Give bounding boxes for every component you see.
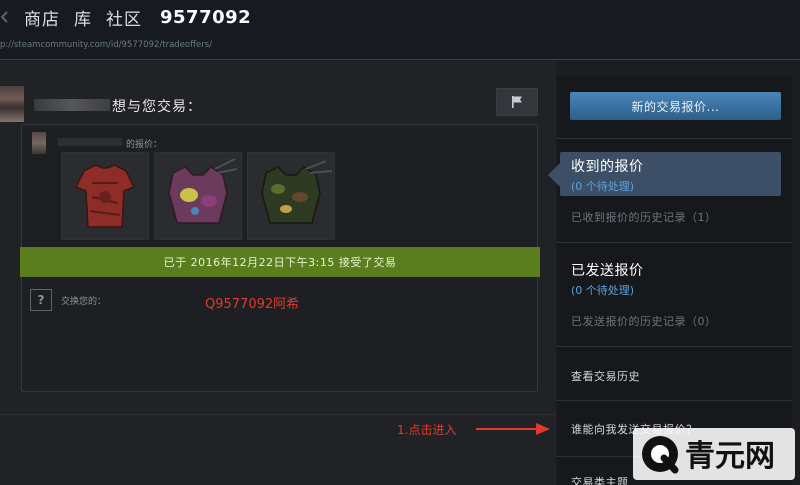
divider [557, 346, 792, 347]
nav-community[interactable]: 社区 [106, 5, 142, 30]
camo-backpack-icon [261, 160, 333, 224]
selected-pointer-icon [548, 163, 560, 187]
offer-partner-name-blurred [58, 138, 122, 146]
left-arrow-icon[interactable] [0, 8, 10, 26]
red-arrow-icon [476, 423, 550, 435]
new-trade-offer-button[interactable]: 新的交易报价... [570, 92, 781, 120]
sent-pending-count[interactable]: (0 个待处理) [571, 282, 634, 298]
flag-icon [512, 96, 522, 108]
trade-item-slot[interactable] [61, 152, 149, 240]
offer-partner-avatar[interactable] [32, 132, 46, 154]
trade-item-slot[interactable] [247, 152, 335, 240]
nav-username[interactable]: 9577092 [160, 7, 251, 28]
trade-item-slot[interactable] [154, 152, 242, 240]
received-offers-title[interactable]: 收到的报价 [571, 156, 644, 176]
sent-offers-title[interactable]: 已发送报价 [571, 260, 644, 280]
exchange-label: 交换您的： [61, 297, 107, 307]
unknown-user-icon: ? [30, 289, 52, 311]
partner-name-blurred [34, 99, 110, 111]
url-text: p://steamcommunity.com/id/9577092/tradeo… [0, 40, 212, 50]
view-trade-history-link[interactable]: 查看交易历史 [571, 368, 640, 384]
divider [557, 400, 792, 401]
divider [557, 138, 792, 139]
accepted-status-bar: 已于 2016年12月22日下午3:15 接受了交易 [20, 247, 540, 277]
offer-label: 的报价： [126, 140, 163, 150]
red-shirt-icon [74, 164, 136, 228]
svg-text:青元网: 青元网 [685, 439, 775, 474]
main-nav: 商店 库 社区 9577092 [24, 4, 251, 30]
report-button[interactable] [496, 88, 538, 116]
sent-history-link[interactable]: 已发送报价的历史记录（0） [571, 313, 717, 329]
partner-avatar[interactable] [0, 86, 24, 122]
nav-store[interactable]: 商店 [24, 5, 60, 30]
divider [557, 242, 792, 243]
site-logo: 青元网 [633, 428, 795, 480]
watermark-text: Q9577092阿希 [205, 297, 300, 312]
purple-backpack-icon [168, 158, 238, 224]
received-history-link[interactable]: 已收到报价的历史记录（1） [571, 209, 717, 225]
received-pending-count[interactable]: (0 个待处理) [571, 178, 634, 194]
trade-offer-title: 想与您交易： [112, 99, 202, 115]
top-navigation-bar: 商店 库 社区 9577092 p://steamcommunity.com/i… [0, 0, 800, 60]
nav-library[interactable]: 库 [74, 5, 92, 30]
divider [0, 414, 556, 415]
annotation-text: 1.点击进入 [397, 423, 457, 437]
trade-topics-link[interactable]: 交易类主题 [571, 474, 629, 485]
